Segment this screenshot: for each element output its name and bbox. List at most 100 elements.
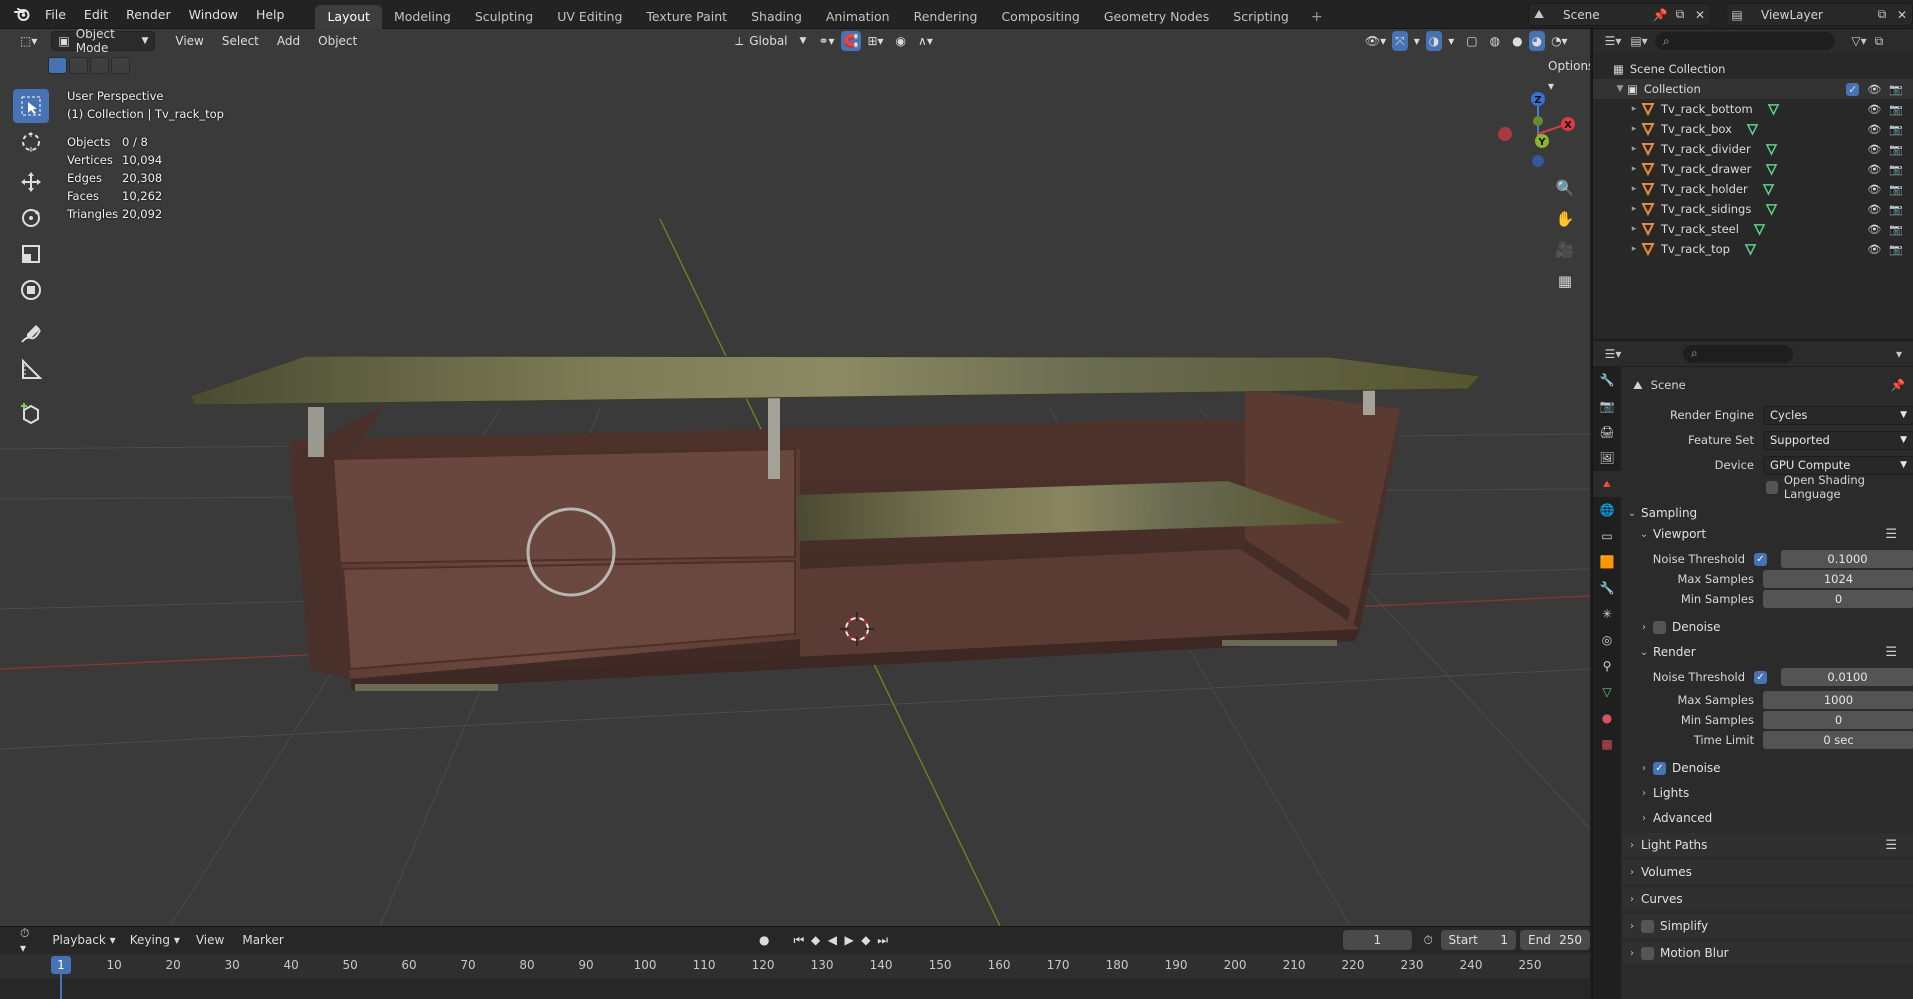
tab-rendering[interactable]: Rendering [902,5,990,29]
tv-rack-drawer-upper[interactable] [331,447,796,565]
view-layer-tab-icon[interactable]: 🖼 [1593,445,1621,471]
end-frame-field[interactable]: End 250 [1520,930,1590,950]
render-camera-icon[interactable]: 📷 [1889,243,1903,256]
scene-tab-icon[interactable]: 🔺 [1593,471,1621,497]
tool-tab-icon[interactable]: 🔧 [1593,367,1621,393]
modifier-tab-icon[interactable]: 🔧 [1593,575,1621,601]
start-frame-field[interactable]: Start 1 [1440,930,1517,950]
menu-marker[interactable]: Marker [236,930,289,950]
annotate-tool[interactable] [13,317,49,351]
properties-editor-type-icon[interactable]: ☰▾ [1603,345,1623,363]
blender-logo-icon[interactable] [14,6,30,22]
wireframe-shading-icon[interactable]: ◍ [1484,31,1506,51]
visibility-icon[interactable]: 👁▾ [1359,31,1392,51]
options-dropdown[interactable]: Options ▾ [1540,56,1590,93]
move-tool[interactable] [13,165,49,199]
measure-tool[interactable] [13,353,49,387]
menu-select[interactable]: Select [216,31,265,51]
eye-icon[interactable]: 👁 [1867,223,1881,236]
render-subpanel-header[interactable]: ⌄ Render ☰ [1623,640,1913,664]
chevron-right-icon[interactable]: ▸ [1627,124,1641,134]
tab-uv-editing[interactable]: UV Editing [545,5,634,29]
gizmo-neg-z[interactable] [1532,155,1544,167]
motion-blur-panel-header[interactable]: › Motion Blur [1623,941,1913,965]
menu-render[interactable]: Render [117,0,180,29]
volumes-panel-header[interactable]: › Volumes [1623,860,1913,884]
menu-edit[interactable]: Edit [75,0,117,29]
noise-threshold-checkbox[interactable]: ✓ [1754,670,1767,684]
material-tab-icon[interactable]: ● [1593,705,1621,731]
tab-scripting[interactable]: Scripting [1221,5,1301,29]
camera-view-icon[interactable]: 🎥 [1551,236,1579,264]
curves-panel-header[interactable]: › Curves [1623,887,1913,911]
new-view-layer-icon[interactable]: ⧉ [1872,6,1892,24]
render-denoise-panel-header[interactable]: › ✓ Denoise [1623,756,1913,780]
viewport-subpanel-header[interactable]: ⌄ Viewport ☰ [1623,522,1913,546]
cursor-tool[interactable] [13,125,49,159]
select-extend-icon[interactable] [69,57,88,74]
mesh-data-icon[interactable] [1744,243,1757,256]
physics-tab-icon[interactable]: ◎ [1593,627,1621,653]
tab-compositing[interactable]: Compositing [989,5,1091,29]
snap-target-icon[interactable]: ⊞▾ [861,31,889,51]
outliner-object-row[interactable]: ▸ Tv_rack_sidings 👁 📷 [1593,199,1913,219]
motion-blur-checkbox[interactable] [1641,946,1654,960]
outliner-search-field[interactable]: ⌕ [1655,32,1835,50]
menu-window[interactable]: Window [180,0,247,29]
render-camera-icon[interactable]: 📷 [1889,83,1903,96]
rotate-tool[interactable] [13,201,49,235]
outliner-object-row[interactable]: ▸ Tv_rack_holder 👁 📷 [1593,179,1913,199]
play-icon[interactable]: ▶ [841,933,858,947]
chevron-right-icon[interactable]: ▸ [1627,104,1641,114]
3d-viewport[interactable]: ⬚▾ ▣ Object Mode ▼ View Select Add Objec… [0,29,1590,926]
object-tab-icon[interactable]: 🟧 [1593,549,1621,575]
eye-icon[interactable]: 👁 [1867,183,1881,196]
scene-collection-row[interactable]: ▦ Scene Collection [1593,59,1913,79]
properties-options-icon[interactable]: ▾ [1889,345,1909,363]
falloff-icon[interactable]: ∧▾ [912,31,939,51]
outliner-object-row[interactable]: ▸ Tv_rack_divider 👁 📷 [1593,139,1913,159]
jump-end-icon[interactable]: ⏭ [874,933,891,948]
eye-icon[interactable]: 👁 [1867,103,1881,116]
overlay-toggle-icon[interactable]: ◑ [1425,31,1443,51]
play-reverse-icon[interactable]: ◀ [824,933,841,947]
outliner-object-row[interactable]: ▸ Tv_rack_box 👁 📷 [1593,119,1913,139]
mesh-data-icon[interactable] [1746,123,1759,136]
material-shading-icon[interactable]: ◕ [1528,31,1546,51]
chevron-down-icon[interactable]: ▼ [1613,84,1627,94]
tab-sculpting[interactable]: Sculpting [463,5,545,29]
feature-set-dropdown[interactable]: Supported ▼ [1763,430,1913,450]
gizmo-toggle-icon[interactable]: ⤧ [1392,31,1408,51]
mesh-data-icon[interactable] [1753,223,1766,236]
gizmo-dropdown-icon[interactable]: ▾ [1408,31,1426,51]
particles-tab-icon[interactable]: ✳ [1593,601,1621,627]
object-mode-dropdown[interactable]: ▣ Object Mode ▼ [51,29,156,55]
gizmo-neg-y[interactable] [1533,116,1543,126]
tv-rack-steel-post-2[interactable] [768,394,780,479]
min-samples-field[interactable]: 0 [1763,711,1913,729]
osl-checkbox[interactable] [1766,480,1778,494]
eye-icon[interactable]: 👁 [1867,163,1881,176]
noise-threshold-field[interactable]: 0.0100 [1781,668,1913,686]
constraints-tab-icon[interactable]: ⚲ [1593,653,1621,679]
eye-icon[interactable]: 👁 [1867,203,1881,216]
tab-geometry-nodes[interactable]: Geometry Nodes [1092,5,1221,29]
timeline-editor-type-icon[interactable]: ⏱▾ [14,926,40,955]
max-samples-field[interactable]: 1024 [1763,570,1913,588]
pan-hand-icon[interactable]: ✋ [1551,205,1579,233]
current-frame-field[interactable]: 1 [1342,930,1412,950]
new-collection-icon[interactable]: ⧉ [1869,32,1889,50]
collection-row[interactable]: ▼ ▣ Collection ✓ 👁 📷 [1593,79,1913,99]
noise-threshold-checkbox[interactable]: ✓ [1754,552,1767,566]
view-layer-name[interactable]: ViewLayer [1761,8,1872,22]
viewport-denoise-panel-header[interactable]: › Denoise [1623,615,1913,639]
rendered-shading-icon[interactable]: ◔▾ [1545,31,1574,51]
auto-keying-icon[interactable]: ● [756,933,773,947]
solid-shading-icon[interactable]: ● [1506,31,1528,51]
display-mode-icon[interactable]: ▤▾ [1629,32,1649,50]
scene-selector[interactable]: ⛰ Scene 📌 ⧉ ✕ [1528,3,1711,26]
gizmo-neg-x[interactable] [1498,127,1512,141]
chevron-right-icon[interactable]: ▸ [1627,244,1641,254]
mesh-data-icon[interactable] [1765,163,1778,176]
transform-tool[interactable] [13,273,49,307]
